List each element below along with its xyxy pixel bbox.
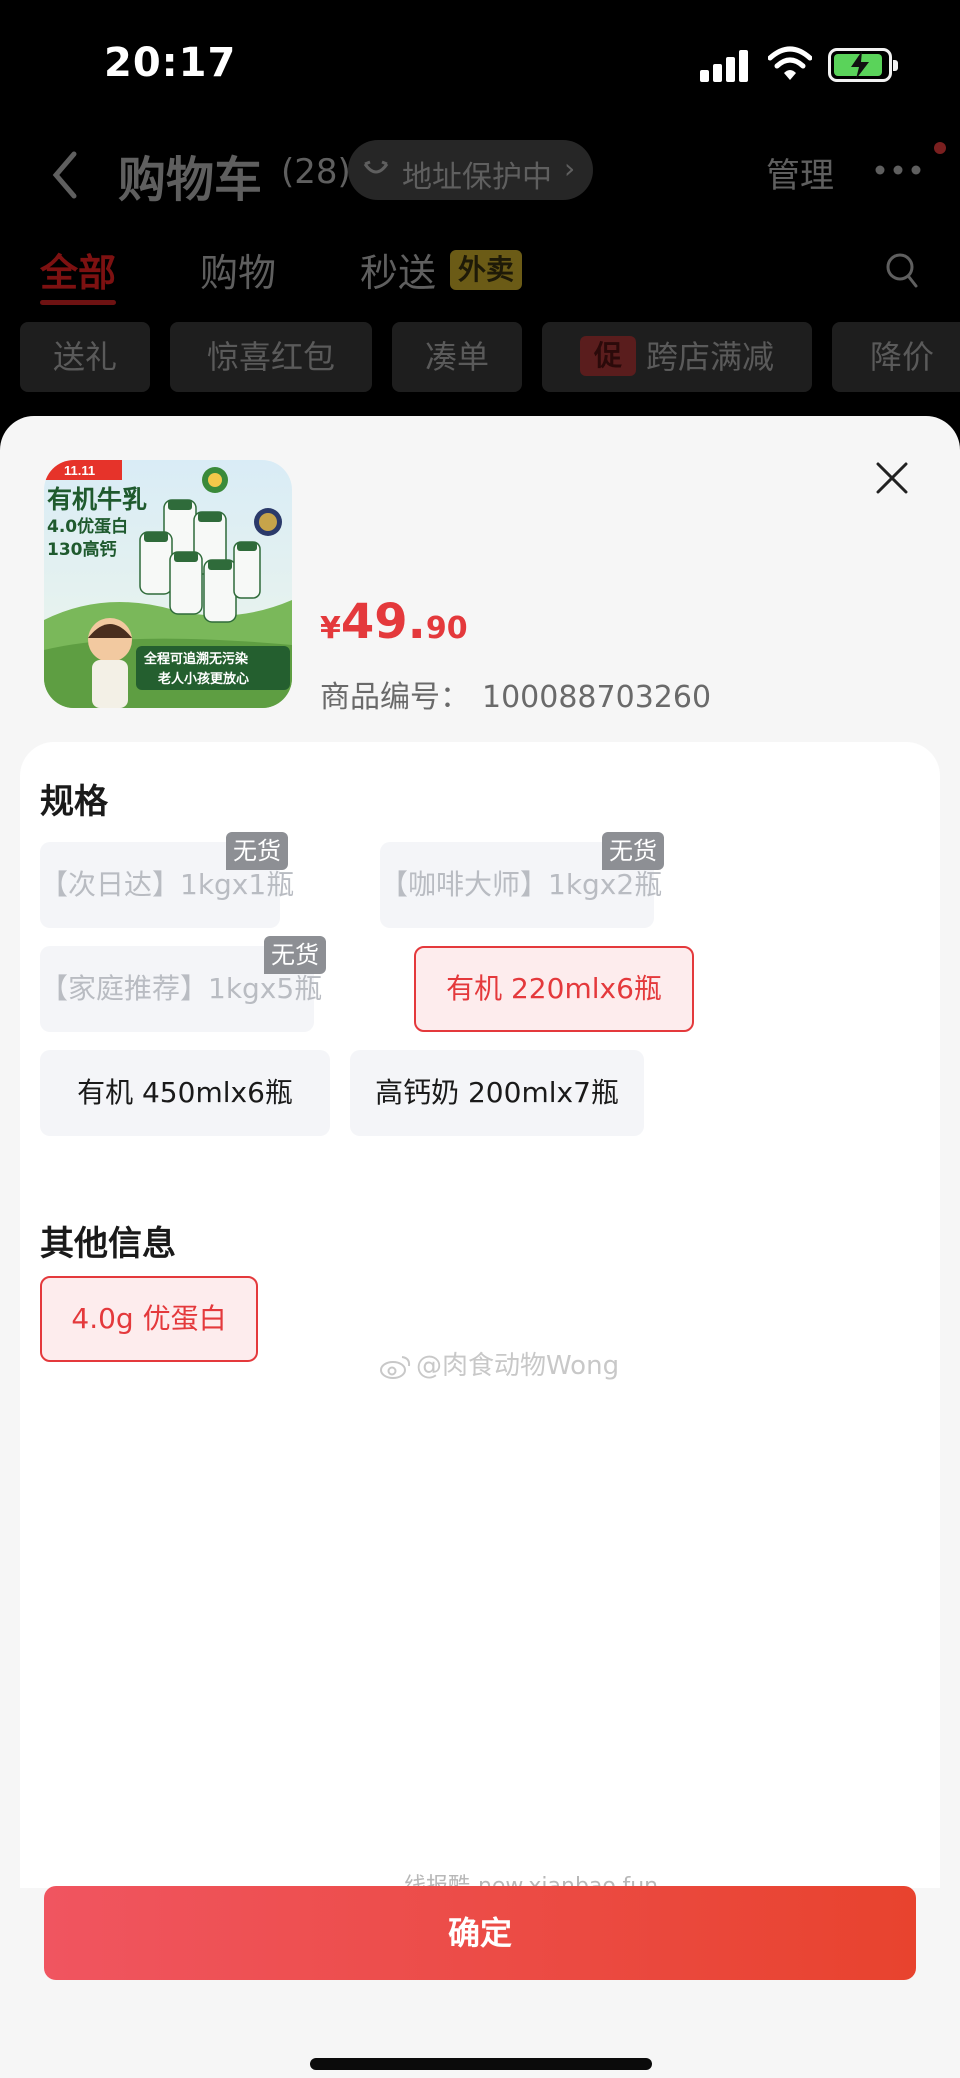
smile-icon (363, 160, 389, 174)
image-headline: 有机牛乳 (47, 485, 147, 514)
confirm-button[interactable]: 确定 (44, 1886, 916, 1980)
address-protection-label: 地址保护中 (402, 160, 552, 195)
promo-badge: 促 (579, 336, 636, 376)
notification-dot (934, 142, 946, 154)
image-slogan-1: 全程可追溯无污染 (143, 651, 249, 667)
options-panel: 规格 【次日达】1kgx1瓶 无货 【咖啡大师】1kgx2瓶 无货 【家庭推荐】… (20, 742, 940, 1899)
out-of-stock-badge: 无货 (602, 832, 664, 870)
spec-section-title: 规格 (40, 782, 108, 822)
filter-chip-add-on[interactable]: 凑单 (392, 322, 522, 392)
status-bar: 20:17 (0, 0, 960, 130)
spec-option-organic-220mlx6[interactable]: 有机 220mlx6瓶 (414, 946, 694, 1032)
tab-instant-delivery[interactable]: 秒送 (360, 242, 436, 297)
image-corner-tag: 11.11 (64, 463, 95, 478)
tab-all[interactable]: 全部 (40, 242, 116, 297)
more-icon[interactable] (874, 164, 922, 176)
manage-button[interactable]: 管理 (766, 148, 834, 197)
price-currency: ¥ (320, 611, 341, 646)
active-tab-indicator (40, 300, 116, 305)
filter-chip-price-drop[interactable]: 降价 (832, 322, 960, 392)
sku-number: 100088703260 (482, 680, 712, 715)
filter-chip-gift[interactable]: 送礼 (20, 322, 150, 392)
price-integer: 49. (340, 594, 426, 650)
spec-selection-sheet: 11.11 有机牛乳 4.0优蛋白 130高钙 全程可追溯无污染 老人小孩更放心… (0, 416, 960, 2078)
spec-option-organic-450mlx6[interactable]: 有机 450mlx6瓶 (40, 1050, 330, 1136)
other-info-section-title: 其他信息 (40, 1224, 176, 1264)
filter-chip-cross-store-label: 跨店满减 (645, 338, 774, 376)
sku-label: 商品编号： (320, 680, 470, 715)
takeout-badge: 外卖 (450, 250, 522, 290)
overlay-watermark: @肉食动物Wong (380, 1345, 619, 1382)
product-price: ¥49.90 (320, 594, 468, 650)
back-arrow-icon[interactable] (50, 150, 80, 200)
product-sku: 商品编号： 100088703260 (320, 672, 711, 716)
tab-shopping[interactable]: 购物 (200, 242, 276, 297)
out-of-stock-badge: 无货 (264, 936, 326, 974)
chevron-right-icon: › (564, 152, 576, 185)
cellular-signal-icon (700, 50, 750, 82)
other-info-option-protein[interactable]: 4.0g 优蛋白 (40, 1276, 258, 1362)
page-title: 购物车 (118, 152, 263, 208)
wifi-icon (768, 46, 812, 80)
filter-chip-red-packet[interactable]: 惊喜红包 (170, 322, 372, 392)
weibo-icon (380, 1355, 411, 1379)
image-line-calcium: 130高钙 (47, 539, 117, 560)
image-line-protein: 4.0优蛋白 (47, 516, 128, 537)
cart-item-count: (28) (281, 152, 351, 192)
out-of-stock-badge: 无货 (226, 832, 288, 870)
spec-option-high-calcium-200mlx7[interactable]: 高钙奶 200mlx7瓶 (350, 1050, 644, 1136)
overlay-watermark-text: @肉食动物Wong (416, 1351, 620, 1381)
image-slogan-2: 老人小孩更放心 (157, 671, 249, 687)
battery-icon (828, 48, 898, 82)
cart-page-background: 购物车 (28) 地址保护中 › 管理 全部 购物 秒送 外卖 送礼 惊喜红包 … (0, 130, 960, 430)
filter-chip-cross-store[interactable]: 促跨店满减 (542, 322, 812, 392)
price-decimal: 90 (425, 611, 468, 646)
status-time: 20:17 (104, 40, 237, 86)
close-icon[interactable] (874, 460, 910, 496)
product-image: 11.11 有机牛乳 4.0优蛋白 130高钙 全程可追溯无污染 老人小孩更放心 (44, 460, 292, 708)
address-protection-pill[interactable]: 地址保护中 › (348, 140, 593, 200)
search-icon[interactable] (885, 252, 919, 290)
home-indicator (310, 2058, 652, 2070)
